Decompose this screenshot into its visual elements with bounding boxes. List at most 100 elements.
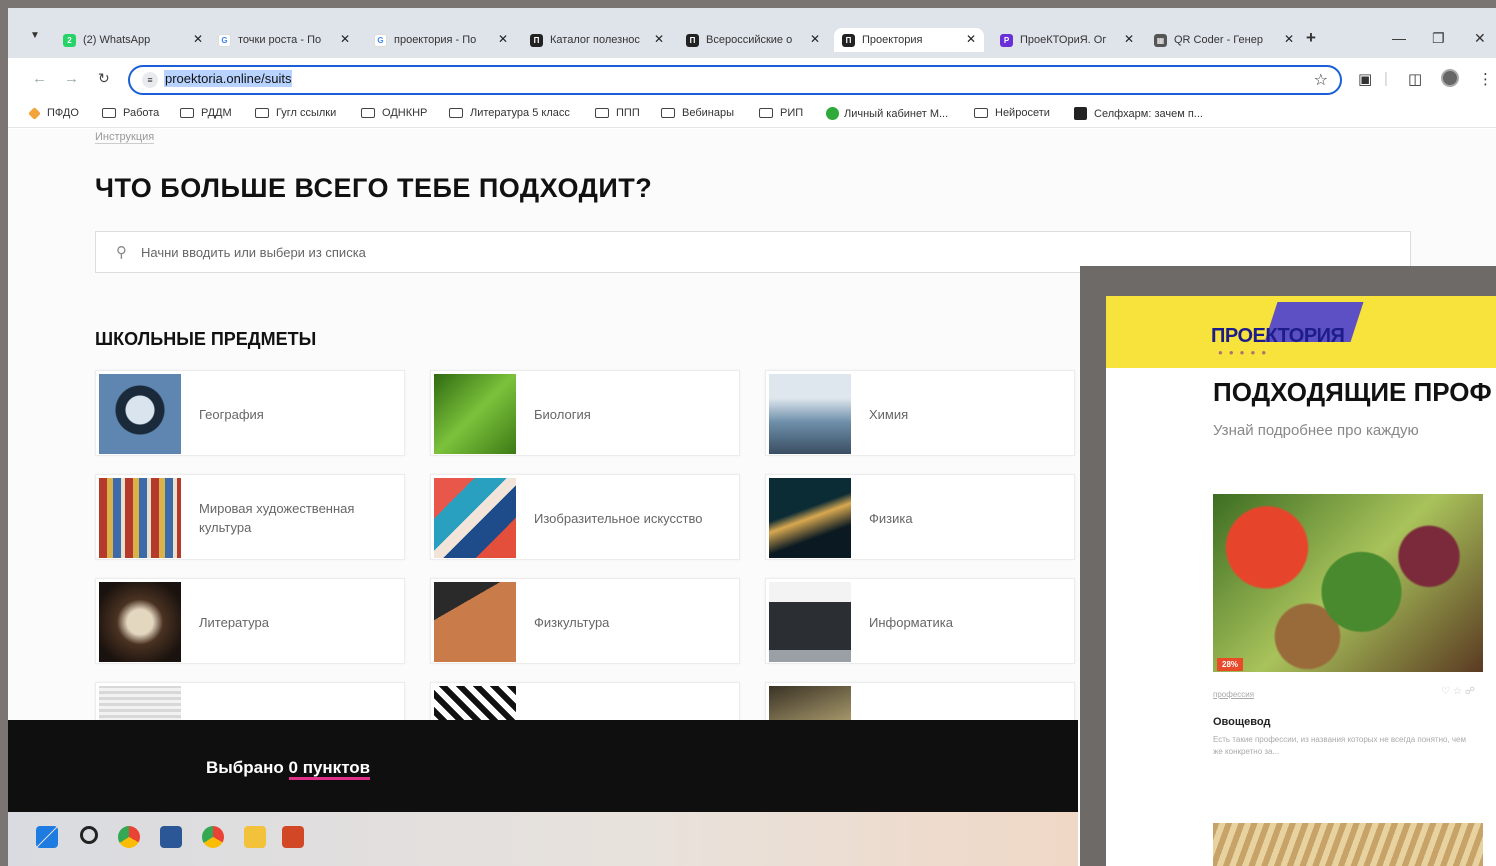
subject-card-chemistry[interactable]: Химия (765, 370, 1075, 456)
tab-vserossiyskie[interactable]: П Всероссийские о ✕ (686, 28, 820, 52)
folder-icon (255, 108, 269, 118)
bookmark-selfharm[interactable]: Селфхарм: зачем п... (1074, 107, 1203, 120)
instruction-link[interactable]: Инструкция (95, 131, 155, 144)
folder-icon (180, 108, 194, 118)
search-placeholder: Начни вводить или выбери из списка (141, 245, 366, 260)
page-title: ЧТО БОЛЬШЕ ВСЕГО ТЕБЕ ПОДХОДИТ? (95, 173, 653, 203)
prism-image (769, 478, 851, 558)
taskbar (8, 812, 1078, 866)
subject-card-informatics[interactable]: Информатика (765, 578, 1075, 664)
menu-kebab-icon[interactable]: ⋮ (1478, 70, 1493, 88)
tab-catalog[interactable]: П Каталог полезнос ✕ (530, 28, 664, 52)
subject-card-geography[interactable]: География (95, 370, 405, 456)
site-icon: П (686, 33, 699, 47)
side-panel-icon[interactable]: ◫ (1408, 70, 1422, 88)
laptop-image (769, 582, 851, 662)
bookmark-rddm[interactable]: РДДМ (180, 107, 232, 119)
tab-google-1[interactable]: G точки роста - По ✕ (218, 28, 350, 52)
powerpoint-icon[interactable] (282, 826, 304, 848)
close-icon[interactable]: ✕ (340, 32, 350, 46)
minimize-icon[interactable]: — (1392, 30, 1406, 46)
word-icon[interactable] (160, 826, 182, 848)
file-explorer-icon[interactable] (244, 826, 266, 848)
tab-bar: ▼ 2 (2) WhatsApp ✕ G точки роста - По ✕ … (8, 8, 1496, 58)
bookmark-ppp[interactable]: ППП (595, 107, 640, 119)
share-icons[interactable]: ♡☆☍ (1441, 686, 1478, 697)
bookmark-pfdo[interactable]: ПФДО (28, 106, 79, 120)
compass-image (99, 374, 181, 454)
bookmark-webinars[interactable]: Вебинары (661, 107, 734, 119)
google-icon: G (374, 33, 387, 47)
subject-card-physics[interactable]: Физика (765, 474, 1075, 560)
subject-card-mhk[interactable]: Мировая художественная культура (95, 474, 405, 560)
match-badge: 28% (1217, 658, 1244, 671)
close-icon[interactable]: ✕ (193, 32, 203, 46)
close-window-icon[interactable]: ✕ (1474, 30, 1486, 47)
bookmark-rabota[interactable]: Работа (102, 107, 159, 119)
chrome-icon[interactable] (118, 826, 140, 848)
bookmark-personal-cabinet[interactable]: Личный кабинет М... (826, 107, 948, 120)
abstract-art-image (434, 478, 516, 558)
close-icon[interactable]: ✕ (1124, 32, 1134, 46)
address-bar[interactable]: ≡ proektoria.online/suits ☆ (128, 65, 1342, 95)
vegetables-image: 28% (1213, 494, 1483, 672)
brand-header: ПРОЕКТОРИЯ ●●●●● (1106, 296, 1496, 368)
new-tab-button[interactable]: + (1306, 28, 1316, 48)
close-icon[interactable]: ✕ (654, 32, 664, 46)
restore-icon[interactable]: ❐ (1432, 30, 1445, 47)
card-type-label: профессия (1213, 690, 1255, 699)
reload-icon[interactable]: ↻ (98, 70, 110, 87)
folder-icon (102, 108, 116, 118)
cabinet-icon (826, 107, 839, 120)
close-icon[interactable]: ✕ (810, 32, 820, 46)
profession-description: Есть такие профессии, из названия которы… (1213, 735, 1466, 756)
book-image (99, 582, 181, 662)
selected-count-link[interactable]: 0 пунктов (288, 758, 371, 780)
phone-title: ПОДХОДЯЩИЕ ПРОФ (1213, 377, 1492, 407)
next-card-image (1213, 823, 1483, 866)
site-settings-icon[interactable]: ≡ (142, 72, 158, 88)
back-icon[interactable]: ← (32, 70, 47, 87)
selection-bar: Выбрано 0 пунктов (8, 720, 1078, 812)
section-title: ШКОЛЬНЫЕ ПРЕДМЕТЫ (95, 329, 317, 349)
forward-icon[interactable]: → (64, 70, 79, 87)
bookmark-star-icon[interactable]: ☆ (1314, 70, 1328, 90)
close-icon[interactable]: ✕ (498, 32, 508, 46)
phone-subtitle: Узнай подробнее про каждую (1213, 422, 1419, 439)
tab-qr-coder[interactable]: ▦ QR Coder - Генер ✕ (1154, 28, 1294, 52)
bookmark-rip[interactable]: РИП (759, 107, 803, 119)
profession-name[interactable]: Овощевод (1213, 716, 1270, 728)
folder-icon (974, 108, 988, 118)
bookmark-odnknr[interactable]: ОДНКНР (361, 107, 427, 119)
subject-card-pe[interactable]: Физкультура (430, 578, 740, 664)
bookmarks-bar: ПФДО Работа РДДМ Гугл ссылки ОДНКНР Лите… (8, 100, 1496, 128)
subject-card-literature[interactable]: Литература (95, 578, 405, 664)
close-icon[interactable]: ✕ (966, 32, 976, 46)
bookmark-google-links[interactable]: Гугл ссылки (255, 107, 336, 119)
url-text[interactable]: proektoria.online/suits (164, 70, 293, 87)
close-icon[interactable]: ✕ (1284, 32, 1294, 46)
site-icon: П (842, 33, 855, 47)
extensions-icon[interactable]: ▣ (1358, 70, 1372, 88)
profile-avatar[interactable] (1441, 69, 1459, 87)
selected-count: Выбрано 0 пунктов (206, 758, 371, 780)
bookmark-neuro[interactable]: Нейросети (974, 107, 1050, 119)
ball-image (434, 582, 516, 662)
bookmark-literatura[interactable]: Литература 5 класс (449, 107, 570, 119)
subject-card-biology[interactable]: Биология (430, 370, 740, 456)
windows-start-icon[interactable] (36, 826, 58, 848)
tab-google-2[interactable]: G проектория - По ✕ (374, 28, 508, 52)
tab-whatsapp[interactable]: 2 (2) WhatsApp ✕ (63, 28, 203, 52)
folder-icon (759, 108, 773, 118)
google-icon: G (218, 33, 231, 47)
tab-proektoria-active[interactable]: П Проектория ✕ (834, 28, 984, 52)
phone-mockup: ПРОЕКТОРИЯ ●●●●● ПОДХОДЯЩИЕ ПРОФ Узнай п… (1080, 266, 1496, 866)
brand-logo: ПРОЕКТОРИЯ (1211, 325, 1345, 347)
tab-search-chevron-icon[interactable]: ▼ (30, 30, 40, 41)
tab-proektoria-og[interactable]: P ПроеКТОриЯ. Ог ✕ (1000, 28, 1134, 52)
browser-toolbar: ← → ↻ ≡ proektoria.online/suits ☆ ▣ | ◫ … (8, 58, 1496, 100)
subject-card-art[interactable]: Изобразительное искусство (430, 474, 740, 560)
chrome-profile-icon[interactable] (202, 826, 224, 848)
folder-icon (661, 108, 675, 118)
search-icon[interactable] (80, 826, 98, 844)
